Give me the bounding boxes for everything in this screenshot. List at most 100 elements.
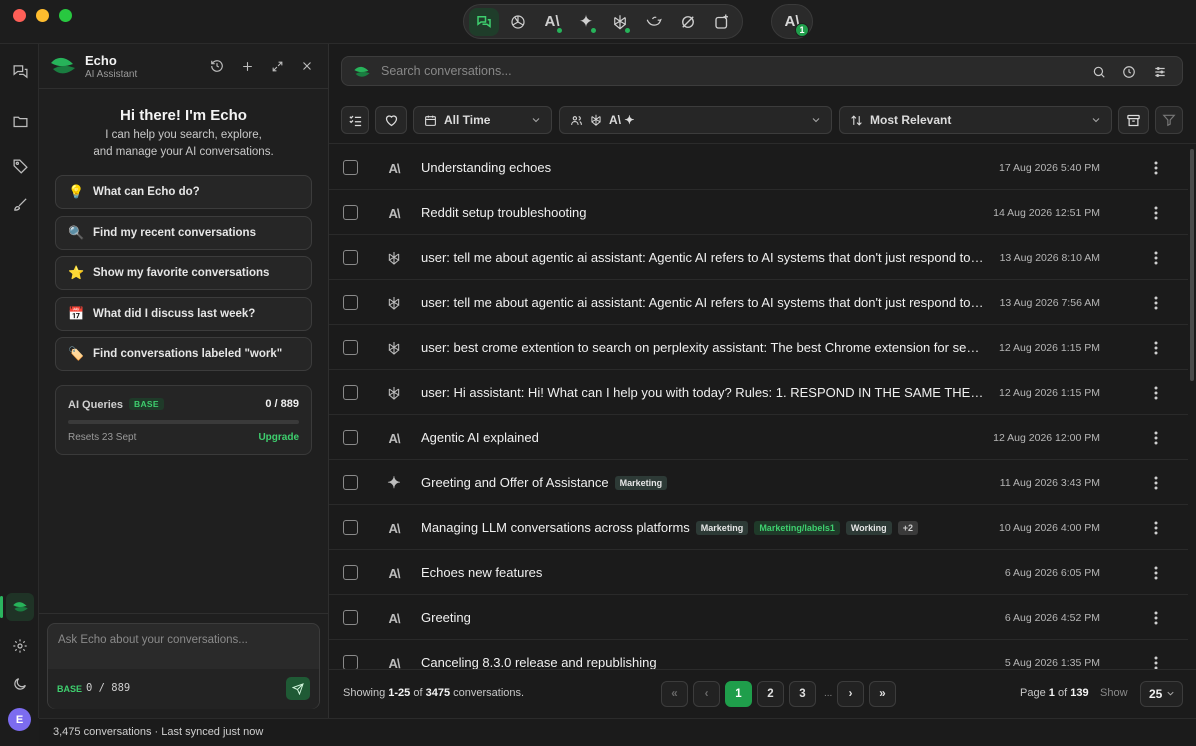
page-size-select[interactable]: 25	[1140, 681, 1183, 707]
row-checkbox[interactable]	[343, 655, 358, 669]
label-tag[interactable]: +2	[897, 521, 918, 535]
expand-icon[interactable]	[268, 57, 286, 75]
new-chat-plus-icon[interactable]	[238, 57, 256, 75]
more-options-icon[interactable]	[1153, 428, 1159, 448]
suggestion-button[interactable]: 📅 What did I discuss last week?	[55, 297, 312, 331]
conversation-title[interactable]: user: best crome extention to search on …	[421, 340, 984, 355]
scrollbar-thumb[interactable]	[1190, 149, 1194, 381]
conversation-title[interactable]: Agentic AI explained	[421, 430, 539, 445]
close-window-button[interactable]	[13, 9, 26, 22]
label-tag[interactable]: Marketing/labels1	[754, 521, 840, 535]
row-checkbox[interactable]	[343, 250, 358, 265]
more-options-icon[interactable]	[1153, 563, 1159, 583]
page-button[interactable]: 3	[789, 681, 816, 707]
dark-mode-icon[interactable]	[6, 670, 34, 698]
suggestion-button[interactable]: 🔍 Find my recent conversations	[55, 216, 312, 250]
zoom-window-button[interactable]	[59, 9, 72, 22]
platform-grok-icon[interactable]	[673, 8, 703, 36]
search-input[interactable]: Search conversations...	[381, 64, 512, 78]
first-page-button[interactable]: «	[661, 681, 688, 707]
more-options-icon[interactable]	[1153, 338, 1159, 358]
clear-filter-icon[interactable]	[1155, 106, 1183, 134]
conversation-row[interactable]: user: tell me about agentic ai assistant…	[329, 280, 1188, 325]
conversation-row[interactable]: A\ Agentic AI explained 12 Aug 2026 12:00 …	[329, 415, 1188, 460]
conversation-row[interactable]: A\ Greeting 6 Aug 2026 4:52 PM	[329, 595, 1188, 640]
page-button[interactable]: 2	[757, 681, 784, 707]
conversation-row[interactable]: A\ Managing LLM conversations across plat…	[329, 505, 1188, 550]
label-tag[interactable]: Working	[845, 521, 892, 535]
search-icon[interactable]	[1090, 63, 1108, 81]
more-options-icon[interactable]	[1153, 293, 1159, 313]
conversation-title[interactable]: Greeting	[421, 610, 471, 625]
conversation-title[interactable]: user: tell me about agentic ai assistant…	[421, 295, 984, 310]
user-avatar[interactable]: E	[8, 708, 31, 731]
archive-icon[interactable]	[1118, 106, 1149, 134]
conversation-title[interactable]: Echoes new features	[421, 565, 542, 580]
suggestion-button[interactable]: 🏷️ Find conversations labeled "work"	[55, 337, 312, 371]
scrollbar[interactable]	[1188, 145, 1196, 669]
page-button[interactable]: 1	[725, 681, 752, 707]
upgrade-link[interactable]: Upgrade	[258, 432, 299, 443]
conversation-row[interactable]: user: tell me about agentic ai assistant…	[329, 235, 1188, 280]
profile-button[interactable]: A\ 1	[771, 4, 813, 39]
row-checkbox[interactable]	[343, 610, 358, 625]
conversation-row[interactable]: ✦ Greeting and Offer of Assistance Marketi…	[329, 460, 1188, 505]
conversation-row[interactable]: A\ Understanding echoes 17 Aug 2026 5:40 P…	[329, 145, 1188, 190]
minimize-window-button[interactable]	[36, 9, 49, 22]
tag-icon[interactable]	[6, 152, 34, 180]
row-checkbox[interactable]	[343, 205, 358, 220]
platform-deepseek-icon[interactable]	[639, 8, 669, 36]
conversations-icon[interactable]	[6, 57, 34, 85]
more-options-icon[interactable]	[1153, 203, 1159, 223]
brush-icon[interactable]	[6, 190, 34, 218]
search-bar[interactable]: Search conversations...	[341, 56, 1183, 86]
echo-assistant-icon[interactable]	[0, 593, 34, 621]
folder-icon[interactable]	[6, 107, 34, 135]
send-button[interactable]	[286, 677, 310, 700]
platform-claude-icon[interactable]: A\	[537, 8, 567, 36]
conversation-row[interactable]: user: Hi assistant: Hi! What can I help …	[329, 370, 1188, 415]
label-tag[interactable]: Marketing	[695, 521, 749, 535]
favorites-heart-icon[interactable]	[375, 106, 407, 134]
add-platform-icon[interactable]	[707, 8, 737, 36]
conversation-title[interactable]: Greeting and Offer of Assistance Marketin…	[421, 475, 668, 490]
more-options-icon[interactable]	[1153, 518, 1159, 538]
conversation-row[interactable]: A\ Reddit setup troubleshooting 14 Aug 202…	[329, 190, 1188, 235]
row-checkbox[interactable]	[343, 565, 358, 580]
conversation-row[interactable]: user: best crome extention to search on …	[329, 325, 1188, 370]
sort-select[interactable]: Most Relevant	[839, 106, 1112, 134]
row-checkbox[interactable]	[343, 520, 358, 535]
settings-gear-icon[interactable]	[6, 632, 34, 660]
conversation-title[interactable]: user: tell me about agentic ai assistant…	[421, 250, 984, 265]
echo-message-input[interactable]: Ask Echo about your conversations... BAS…	[47, 623, 320, 709]
platform-chatgpt-icon[interactable]	[503, 8, 533, 36]
more-options-icon[interactable]	[1153, 248, 1159, 268]
conversation-row[interactable]: A\ Canceling 8.3.0 release and republishi…	[329, 640, 1188, 669]
conversation-row[interactable]: A\ Echoes new features 6 Aug 2026 6:05 PM	[329, 550, 1188, 595]
row-checkbox[interactable]	[343, 430, 358, 445]
last-page-button[interactable]: »	[869, 681, 896, 707]
previous-page-button[interactable]: ‹	[693, 681, 720, 707]
conversation-title[interactable]: Canceling 8.3.0 release and republishing	[421, 655, 657, 669]
next-page-button[interactable]: ›	[837, 681, 864, 707]
conversation-title[interactable]: Understanding echoes	[421, 160, 551, 175]
more-options-icon[interactable]	[1153, 473, 1159, 493]
close-panel-icon[interactable]	[298, 57, 316, 75]
select-mode-checklist-icon[interactable]	[341, 106, 369, 134]
more-options-icon[interactable]	[1153, 653, 1159, 669]
conversation-title[interactable]: Reddit setup troubleshooting	[421, 205, 587, 220]
history-icon[interactable]	[208, 57, 226, 75]
search-options-sliders-icon[interactable]	[1151, 63, 1169, 81]
row-checkbox[interactable]	[343, 340, 358, 355]
platform-perplexity-icon[interactable]	[605, 8, 635, 36]
recent-searches-clock-icon[interactable]	[1120, 63, 1138, 81]
conversation-title[interactable]: user: Hi assistant: Hi! What can I help …	[421, 385, 984, 400]
row-checkbox[interactable]	[343, 385, 358, 400]
more-options-icon[interactable]	[1153, 608, 1159, 628]
conversation-title[interactable]: Managing LLM conversations across platfo…	[421, 520, 918, 535]
platform-gemini-icon[interactable]: ✦	[571, 8, 601, 36]
row-checkbox[interactable]	[343, 475, 358, 490]
row-checkbox[interactable]	[343, 160, 358, 175]
suggestion-button[interactable]: 💡 What can Echo do?	[55, 175, 312, 209]
label-tag[interactable]: Marketing	[614, 476, 668, 490]
